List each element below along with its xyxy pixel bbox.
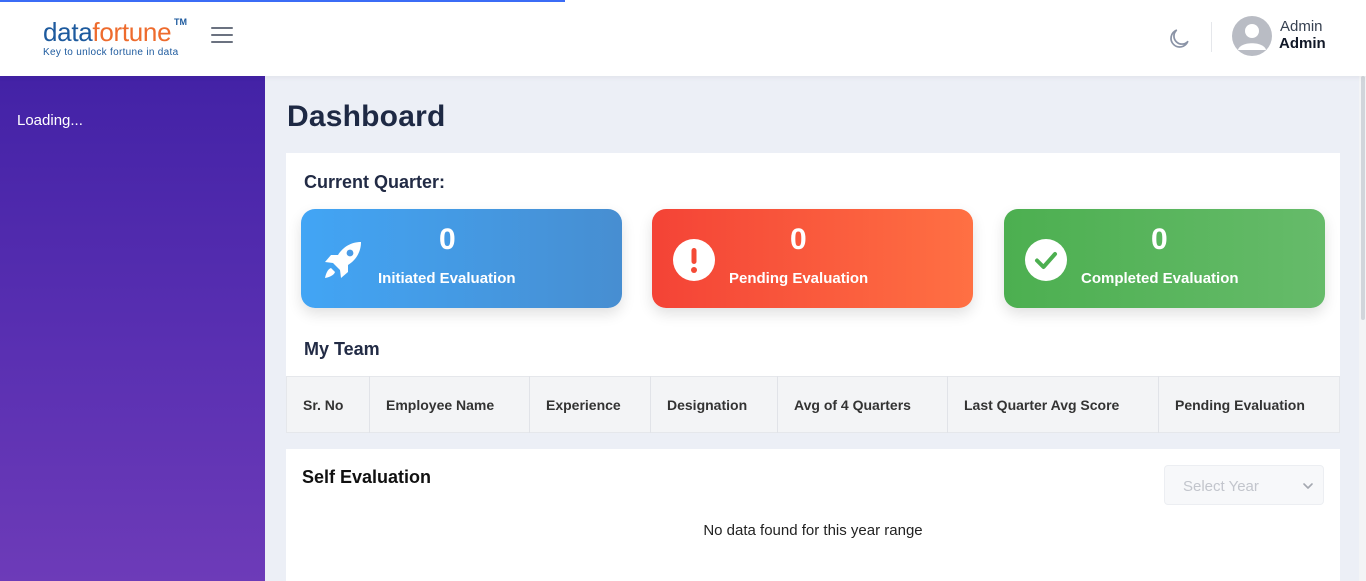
user-avatar-icon — [1238, 24, 1266, 50]
my-team-table: Sr. No Employee Name Experience Designat… — [286, 376, 1340, 433]
user-name: Admin — [1280, 18, 1323, 35]
menu-bar — [211, 27, 233, 29]
logo-brand: datafortune — [43, 17, 193, 47]
datafortune-logo[interactable]: datafortune TM Key to unlock fortune in … — [43, 17, 193, 61]
chevron-down-icon — [1303, 483, 1313, 489]
completed-evaluation-count: 0 — [1151, 223, 1168, 256]
top-header: datafortune TM Key to unlock fortune in … — [0, 0, 1366, 76]
logo-tagline: Key to unlock fortune in data — [43, 47, 179, 58]
column-header-sr-no[interactable]: Sr. No — [286, 376, 370, 433]
column-header-last-quarter-avg[interactable]: Last Quarter Avg Score — [947, 376, 1159, 433]
initiated-evaluation-label: Initiated Evaluation — [378, 270, 516, 287]
logo-brand-part1: data — [43, 17, 93, 47]
sidebar-loading-text: Loading... — [17, 112, 83, 129]
column-header-employee-name[interactable]: Employee Name — [369, 376, 530, 433]
page-loading-progress-bar — [0, 0, 565, 2]
pending-evaluation-card[interactable]: 0 Pending Evaluation — [652, 209, 973, 308]
user-role: Admin — [1279, 35, 1326, 52]
select-year-dropdown[interactable]: Select Year — [1164, 465, 1324, 505]
logo-brand-part2: fortune — [92, 17, 172, 47]
pending-evaluation-label: Pending Evaluation — [729, 270, 869, 287]
page-title: Dashboard — [287, 100, 446, 133]
check-icon — [1025, 239, 1067, 281]
menu-bar — [211, 41, 233, 43]
select-year-placeholder: Select Year — [1183, 478, 1259, 495]
header-divider — [1211, 22, 1212, 52]
sidebar-toggle-button[interactable] — [209, 27, 235, 49]
table-header-row: Sr. No Employee Name Experience Designat… — [286, 376, 1340, 433]
rocket-icon — [325, 242, 361, 278]
initiated-evaluation-card[interactable]: 0 Initiated Evaluation — [301, 209, 622, 308]
sidebar: Loading... — [0, 76, 265, 581]
user-avatar[interactable] — [1232, 16, 1272, 56]
self-evaluation-heading: Self Evaluation — [302, 467, 432, 487]
column-header-designation[interactable]: Designation — [650, 376, 778, 433]
dark-mode-moon-icon[interactable] — [1166, 26, 1192, 52]
completed-evaluation-card[interactable]: 0 Completed Evaluation — [1004, 209, 1325, 308]
my-team-heading: My Team — [304, 339, 380, 359]
logo-trademark: TM — [174, 17, 187, 27]
page-scrollbar-thumb[interactable] — [1361, 76, 1365, 320]
completed-evaluation-label: Completed Evaluation — [1081, 270, 1239, 287]
column-header-experience[interactable]: Experience — [529, 376, 651, 433]
menu-bar — [211, 34, 233, 36]
exclamation-icon — [673, 239, 715, 281]
no-data-message: No data found for this year range — [703, 522, 923, 539]
column-header-pending-evaluation[interactable]: Pending Evaluation — [1159, 377, 1340, 433]
current-quarter-heading: Current Quarter: — [304, 172, 446, 192]
column-header-avg-4-quarters[interactable]: Avg of 4 Quarters — [777, 376, 948, 433]
